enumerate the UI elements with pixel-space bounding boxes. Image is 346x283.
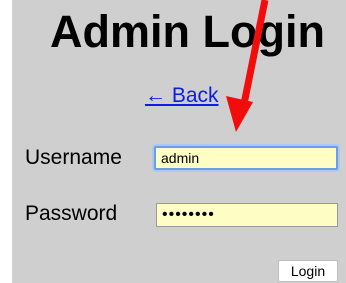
- username-input[interactable]: [154, 146, 338, 170]
- login-button[interactable]: Login: [278, 260, 338, 282]
- password-label: Password: [25, 202, 118, 225]
- username-label: Username: [25, 146, 122, 169]
- login-panel: Admin Login ← Back Username Password Log…: [12, 0, 346, 283]
- password-input[interactable]: [156, 203, 338, 227]
- page-title: Admin Login: [50, 6, 325, 57]
- back-link[interactable]: ← Back: [145, 83, 219, 109]
